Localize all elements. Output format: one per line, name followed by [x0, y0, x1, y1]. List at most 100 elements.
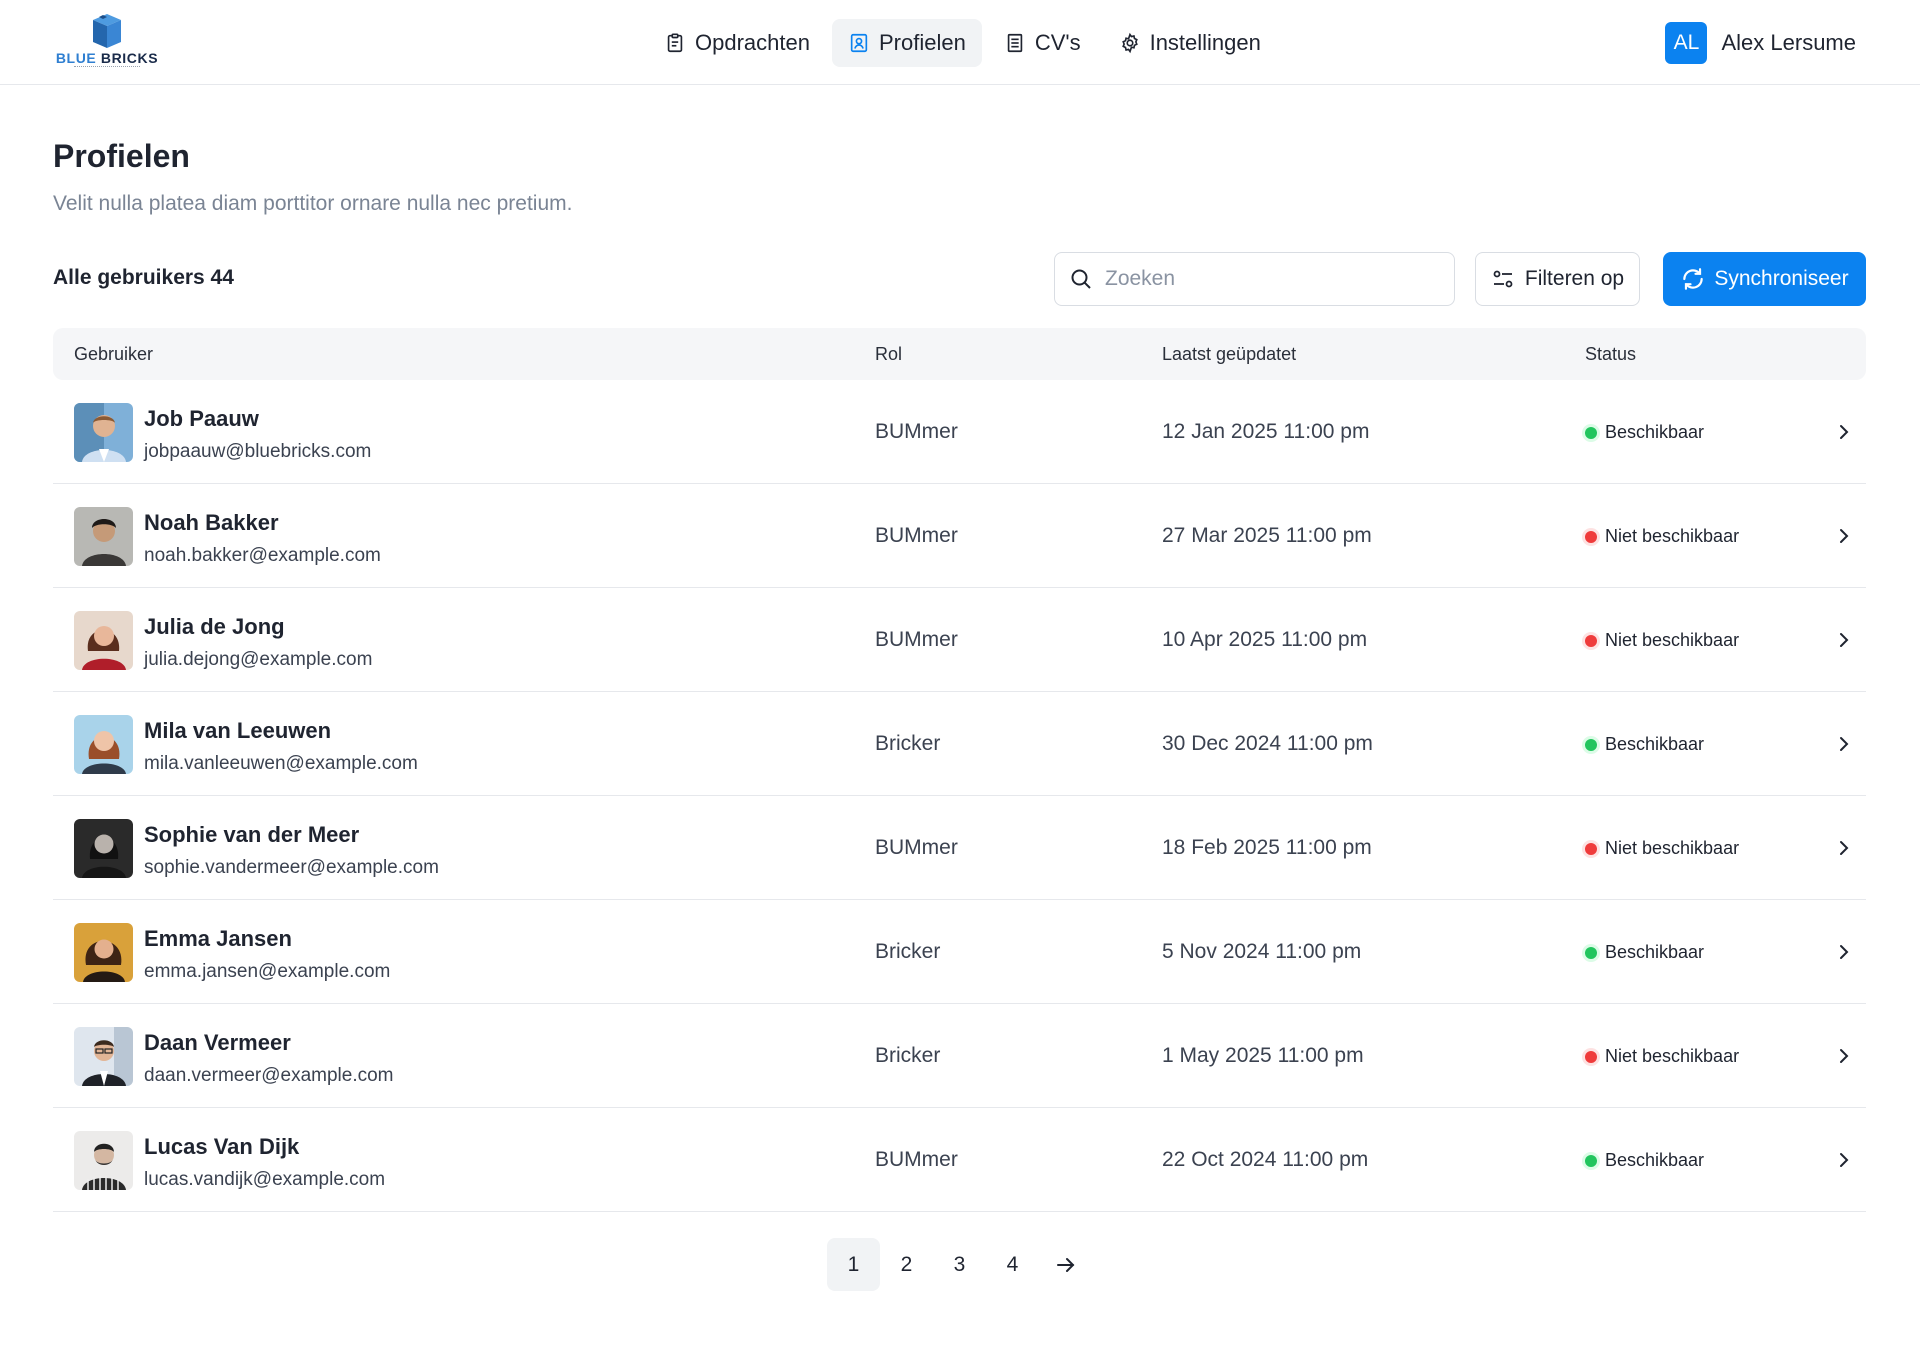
contact-card-icon: [850, 33, 868, 53]
table-row[interactable]: Lucas Van Dijk lucas.vandijk@example.com…: [53, 1108, 1866, 1212]
logo[interactable]: BLUE BRICKS: [52, 14, 162, 72]
filter-sliders-icon: [1493, 270, 1513, 288]
user-name: Emma Jansen: [144, 926, 292, 951]
clipboard-icon: [667, 33, 683, 53]
page-button-3[interactable]: 3: [933, 1238, 986, 1291]
last-updated: 5 Nov 2024 11:00 pm: [1162, 940, 1362, 963]
chevron-right-icon[interactable]: [1834, 838, 1854, 858]
user-photo: [74, 611, 133, 670]
logo-tagline: [74, 66, 140, 68]
user-email: noah.bakker@example.com: [144, 545, 381, 566]
page-button-2[interactable]: 2: [880, 1238, 933, 1291]
table-row[interactable]: Job Paauw jobpaauw@bluebricks.com BUMmer…: [53, 380, 1866, 484]
table-row[interactable]: Mila van Leeuwen mila.vanleeuwen@example…: [53, 692, 1866, 796]
table-header: Gebruiker Rol Laatst geüpdatet Status: [53, 328, 1866, 380]
filter-button[interactable]: Filteren op: [1475, 252, 1640, 306]
user-photo: [74, 1027, 133, 1086]
user-name: Noah Bakker: [144, 510, 279, 535]
refresh-icon: [1683, 268, 1704, 290]
status-dot-icon: [1585, 842, 1597, 855]
status-dot-icon: [1585, 1154, 1597, 1167]
chevron-right-icon[interactable]: [1834, 734, 1854, 754]
search-icon: [1071, 269, 1091, 289]
column-header-updated[interactable]: Laatst geüpdatet: [1162, 344, 1296, 365]
column-header-user[interactable]: Gebruiker: [74, 344, 153, 365]
status-label: Niet beschikbaar: [1605, 526, 1740, 546]
chevron-right-icon[interactable]: [1834, 526, 1854, 546]
pagination: 1 2 3 4: [827, 1238, 1092, 1291]
chevron-right-icon[interactable]: [1834, 630, 1854, 650]
status-badge: Beschikbaar: [1585, 1150, 1704, 1171]
user-email: jobpaauw@bluebricks.com: [144, 441, 372, 462]
users-table: Gebruiker Rol Laatst geüpdatet Status Jo…: [53, 328, 1866, 1212]
last-updated: 18 Feb 2025 11:00 pm: [1162, 836, 1372, 859]
sync-button[interactable]: Synchroniseer: [1663, 252, 1866, 306]
status-label: Beschikbaar: [1605, 1150, 1705, 1170]
status-dot-icon: [1585, 426, 1597, 439]
page-button-1[interactable]: 1: [827, 1238, 880, 1291]
search-input[interactable]: [1105, 267, 1425, 291]
chevron-right-icon[interactable]: [1834, 942, 1854, 962]
table-row[interactable]: Daan Vermeer daan.vermeer@example.com Br…: [53, 1004, 1866, 1108]
user-role: Bricker: [875, 940, 941, 963]
chevron-right-icon[interactable]: [1834, 1150, 1854, 1170]
status-label: Beschikbaar: [1605, 942, 1705, 962]
chevron-right-icon[interactable]: [1834, 1046, 1854, 1066]
nav-item-cvs[interactable]: CV's: [988, 19, 1097, 67]
last-updated: 27 Mar 2025 11:00 pm: [1162, 524, 1372, 547]
status-badge: Niet beschikbaar: [1585, 526, 1739, 547]
user-photo: [74, 715, 133, 774]
nav-label: CV's: [1034, 30, 1081, 55]
nav-item-opdrachten[interactable]: Opdrachten: [648, 19, 826, 67]
status-badge: Niet beschikbaar: [1585, 838, 1739, 859]
status-badge: Beschikbaar: [1585, 422, 1704, 443]
chevron-right-icon[interactable]: [1834, 422, 1854, 442]
column-header-role[interactable]: Rol: [875, 344, 902, 365]
document-icon: [1007, 33, 1023, 53]
page-title: Profielen: [53, 138, 190, 174]
page-button-4[interactable]: 4: [986, 1238, 1039, 1291]
user-name: Mila van Leeuwen: [144, 718, 332, 743]
status-label: Beschikbaar: [1605, 734, 1705, 754]
user-email: lucas.vandijk@example.com: [144, 1169, 386, 1190]
last-updated: 30 Dec 2024 11:00 pm: [1162, 732, 1373, 755]
last-updated: 1 May 2025 11:00 pm: [1162, 1044, 1364, 1067]
user-name: Sophie van der Meer: [144, 822, 360, 847]
avatar: AL: [1665, 22, 1708, 64]
page-subtitle: Velit nulla platea diam porttitor ornare…: [53, 192, 573, 215]
search-box[interactable]: [1054, 252, 1455, 306]
top-header: BLUE BRICKS Opdrachten Profielen CV's In…: [0, 0, 1920, 85]
nav-label: Instellingen: [1149, 30, 1261, 55]
nav-item-instellingen[interactable]: Instellingen: [1103, 19, 1277, 67]
table-row[interactable]: Julia de Jong julia.dejong@example.com B…: [53, 588, 1866, 692]
last-updated: 22 Oct 2024 11:00 pm: [1162, 1148, 1369, 1171]
status-dot-icon: [1585, 946, 1597, 959]
user-role: BUMmer: [875, 1148, 958, 1171]
user-photo: [74, 923, 133, 982]
table-row[interactable]: Noah Bakker noah.bakker@example.com BUMm…: [53, 484, 1866, 588]
table-row[interactable]: Emma Jansen emma.jansen@example.com Bric…: [53, 900, 1866, 1004]
column-header-status[interactable]: Status: [1585, 344, 1636, 365]
user-name: Alex Lersume: [1721, 30, 1856, 55]
last-updated: 10 Apr 2025 11:00 pm: [1162, 628, 1368, 651]
table-row[interactable]: Sophie van der Meer sophie.vandermeer@ex…: [53, 796, 1866, 900]
last-updated: 12 Jan 2025 11:00 pm: [1162, 420, 1370, 443]
user-role: BUMmer: [875, 628, 958, 651]
user-role: Bricker: [875, 1044, 941, 1067]
user-photo: [74, 1131, 133, 1190]
nav-label: Profielen: [878, 30, 966, 55]
status-badge: Beschikbaar: [1585, 734, 1704, 755]
filter-button-label: Filteren op: [1524, 267, 1625, 290]
user-role: BUMmer: [875, 420, 958, 443]
nav-item-profielen[interactable]: Profielen: [831, 19, 982, 67]
status-label: Niet beschikbaar: [1605, 1046, 1740, 1066]
user-email: julia.dejong@example.com: [144, 649, 373, 670]
next-page-button[interactable]: [1039, 1238, 1092, 1291]
user-name: Julia de Jong: [144, 614, 285, 639]
user-menu[interactable]: AL Alex Lersume: [1665, 22, 1856, 64]
user-role: Bricker: [875, 732, 941, 755]
status-label: Niet beschikbaar: [1605, 630, 1740, 650]
status-dot-icon: [1585, 1050, 1597, 1063]
user-name: Lucas Van Dijk: [144, 1134, 300, 1159]
status-badge: Niet beschikbaar: [1585, 630, 1739, 651]
